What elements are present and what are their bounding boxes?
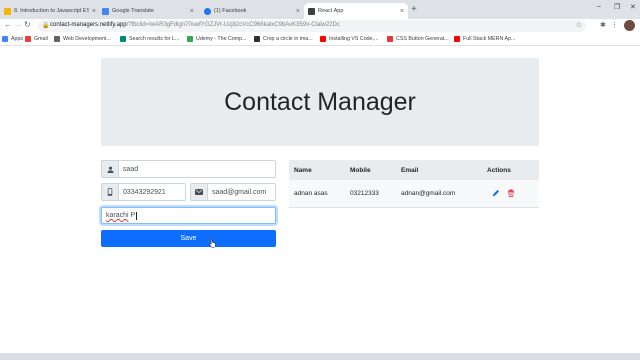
app-header-jumbotron: Contact Manager bbox=[101, 58, 539, 146]
css-generator-icon bbox=[387, 36, 393, 42]
lock-icon[interactable]: 🔒 bbox=[42, 22, 49, 29]
bookmark-css-button[interactable]: CSS Button Generat... bbox=[387, 36, 449, 42]
close-icon[interactable]: × bbox=[400, 8, 404, 15]
bookmark-mern[interactable]: Full Stack MERN Ap... bbox=[454, 36, 515, 42]
name-input[interactable]: saad bbox=[118, 160, 276, 178]
bookmark-icon bbox=[54, 36, 60, 42]
email-input-group: saad@gmail.com bbox=[190, 183, 276, 201]
user-icon bbox=[101, 160, 118, 178]
os-taskbar bbox=[0, 353, 640, 360]
profile-avatar[interactable] bbox=[624, 20, 635, 31]
tab-react-app[interactable]: React App × bbox=[304, 3, 408, 19]
reload-icon[interactable]: ↻ bbox=[24, 20, 31, 29]
contact-actions-cell bbox=[482, 180, 539, 207]
contact-email-cell: adnan@gmail.com bbox=[401, 189, 456, 197]
page-title: Contact Manager bbox=[224, 87, 416, 116]
table-row: adnan asas 03212333 adnan@gmail.com bbox=[289, 180, 539, 207]
forward-icon[interactable]: → bbox=[14, 20, 22, 29]
react-favicon-icon bbox=[308, 7, 315, 15]
youtube-icon bbox=[320, 36, 326, 42]
bookmark-crop-circle[interactable]: Crop a circle in ima... bbox=[254, 36, 313, 42]
tab-javascript-es6[interactable]: 8. Introduction to Javascript ES6 × bbox=[0, 3, 100, 19]
column-header-actions: Actions bbox=[487, 166, 511, 174]
column-header-name: Name bbox=[294, 166, 312, 174]
close-window-icon[interactable]: ✕ bbox=[630, 3, 636, 11]
close-icon[interactable]: × bbox=[92, 8, 96, 15]
tab-facebook[interactable]: (1) Facebook × bbox=[200, 3, 304, 19]
close-icon[interactable]: × bbox=[190, 8, 194, 15]
bookmark-search-results[interactable]: Search results for L... bbox=[120, 36, 179, 42]
column-header-mobile: Mobile bbox=[350, 166, 371, 174]
facebook-icon bbox=[204, 7, 211, 15]
tab-google-translate[interactable]: Google Translate × bbox=[98, 3, 198, 19]
tab-favicon-icon bbox=[4, 7, 11, 15]
address-bar[interactable]: 🔒 contact-managers.netlify.app/?fbclid=I… bbox=[38, 20, 586, 32]
gmail-icon bbox=[25, 36, 31, 42]
mobile-phone-icon bbox=[101, 183, 118, 201]
mobile-input[interactable]: 03343292921 bbox=[118, 183, 186, 201]
hand-pointer-cursor-icon bbox=[209, 238, 216, 248]
minimize-icon[interactable]: – bbox=[597, 3, 601, 10]
close-icon[interactable]: × bbox=[296, 8, 300, 15]
youtube-icon bbox=[454, 36, 460, 42]
url-text: contact-managers.netlify.app/?fbclid=IwA… bbox=[50, 22, 340, 28]
maximize-icon[interactable]: ❐ bbox=[614, 3, 620, 11]
new-tab-button[interactable]: + bbox=[411, 4, 417, 15]
apps-grid-icon bbox=[2, 36, 8, 42]
contact-mobile-cell: 03212333 bbox=[350, 189, 379, 197]
bookmark-gmail[interactable]: Gmail bbox=[25, 36, 48, 42]
bookmark-udemy[interactable]: Udemy - The Comp... bbox=[187, 36, 247, 42]
back-icon[interactable]: ← bbox=[4, 20, 12, 29]
browser-toolbar: ← → ↻ 🔒 contact-managers.netlify.app/?fb… bbox=[0, 19, 640, 33]
delete-trash-icon[interactable] bbox=[507, 189, 515, 198]
drive-icon bbox=[187, 36, 193, 42]
tab-favicon-icon bbox=[102, 7, 109, 15]
bookmark-apps[interactable]: Apps bbox=[2, 36, 23, 42]
table-header-row: Name Mobile Email Actions bbox=[289, 160, 539, 180]
name-input-group: saad bbox=[101, 160, 276, 178]
bookmarks-bar: Apps Gmail Web Development... Search res… bbox=[0, 33, 640, 46]
edit-pencil-icon[interactable] bbox=[492, 189, 500, 197]
search-results-icon bbox=[120, 36, 126, 42]
contact-name-cell: adnan asas bbox=[294, 189, 328, 197]
email-input[interactable]: saad@gmail.com bbox=[207, 183, 276, 201]
envelope-icon bbox=[190, 183, 207, 201]
browser-tab-strip: 8. Introduction to Javascript ES6 × Goog… bbox=[0, 0, 640, 19]
bookmark-star-icon[interactable]: ☆ bbox=[576, 21, 582, 29]
text-caret bbox=[136, 211, 137, 220]
address-input[interactable]: karachi P bbox=[101, 207, 276, 224]
bookmark-web-development[interactable]: Web Development... bbox=[54, 36, 111, 42]
bookmark-vs-code[interactable]: Installing VS Code,... bbox=[320, 36, 378, 42]
save-button[interactable]: Save bbox=[101, 230, 276, 247]
extensions-icon[interactable]: ✱ bbox=[600, 21, 606, 29]
image-icon bbox=[254, 36, 260, 42]
menu-icon[interactable]: ⋮ bbox=[611, 21, 618, 29]
contacts-table: Name Mobile Email Actions adnan asas 032… bbox=[289, 160, 539, 208]
mobile-input-group: 03343292921 bbox=[101, 183, 186, 201]
column-header-email: Email bbox=[401, 166, 419, 174]
